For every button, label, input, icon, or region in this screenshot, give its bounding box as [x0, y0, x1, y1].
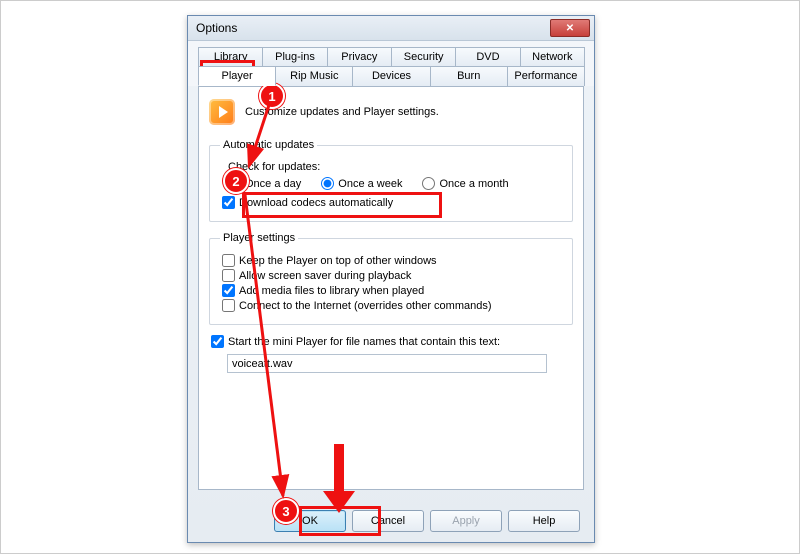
tabs-container: LibraryPlug-insPrivacySecurityDVDNetwork… [188, 41, 594, 86]
player-setting-label: Allow screen saver during playback [239, 270, 411, 282]
update-frequency-row: Once a day Once a week Once a month [228, 177, 562, 190]
mini-filter-input[interactable] [227, 354, 547, 373]
tab-player-pane: Customize updates and Player settings. A… [198, 86, 584, 490]
player-setting-checkbox[interactable] [222, 269, 235, 282]
tab-burn[interactable]: Burn [430, 66, 508, 86]
update-frequency-label: Once a week [338, 178, 402, 190]
tab-library[interactable]: Library [198, 47, 263, 66]
update-frequency-radio[interactable] [321, 177, 334, 190]
check-updates-label: Check for updates: [228, 161, 562, 173]
update-frequency-option[interactable]: Once a week [321, 177, 402, 190]
cancel-button[interactable]: Cancel [352, 510, 424, 532]
intro-text: Customize updates and Player settings. [245, 106, 439, 118]
tab-security[interactable]: Security [391, 47, 456, 66]
player-setting-label: Keep the Player on top of other windows [239, 255, 437, 267]
legend-automatic-updates: Automatic updates [220, 139, 317, 151]
player-setting-checkbox[interactable] [222, 299, 235, 312]
update-frequency-radio[interactable] [422, 177, 435, 190]
help-button[interactable]: Help [508, 510, 580, 532]
player-setting-checkbox[interactable] [222, 254, 235, 267]
close-icon: ✕ [566, 23, 574, 34]
tab-plug-ins[interactable]: Plug-ins [262, 47, 327, 66]
tab-network[interactable]: Network [520, 47, 585, 66]
start-mini-label: Start the mini Player for file names tha… [228, 336, 500, 348]
legend-player-settings: Player settings [220, 232, 298, 244]
start-mini-checkbox[interactable] [211, 335, 224, 348]
tab-dvd[interactable]: DVD [455, 47, 520, 66]
options-dialog: Options ✕ LibraryPlug-insPrivacySecurity… [187, 15, 595, 543]
tab-player[interactable]: Player [198, 66, 276, 86]
update-frequency-option[interactable]: Once a month [422, 177, 508, 190]
player-setting-row: Allow screen saver during playback [222, 269, 562, 282]
dialog-buttons: OK Cancel Apply Help [274, 510, 580, 532]
update-frequency-option[interactable]: Once a day [228, 177, 301, 190]
intro-row: Customize updates and Player settings. [209, 99, 573, 125]
player-setting-row: Keep the Player on top of other windows [222, 254, 562, 267]
download-codecs-row: Download codecs automatically [222, 196, 562, 209]
player-setting-label: Add media files to library when played [239, 285, 424, 297]
tab-rip-music[interactable]: Rip Music [275, 66, 353, 86]
player-setting-checkbox[interactable] [222, 284, 235, 297]
player-icon [209, 99, 235, 125]
window-title: Options [196, 21, 550, 35]
start-mini-row: Start the mini Player for file names tha… [211, 335, 573, 348]
group-player-settings: Player settings Keep the Player on top o… [209, 232, 573, 325]
close-button[interactable]: ✕ [550, 19, 590, 37]
download-codecs-label: Download codecs automatically [239, 197, 393, 209]
update-frequency-label: Once a month [439, 178, 508, 190]
player-setting-row: Add media files to library when played [222, 284, 562, 297]
download-codecs-checkbox[interactable] [222, 196, 235, 209]
title-bar: Options ✕ [188, 16, 594, 41]
tab-privacy[interactable]: Privacy [327, 47, 392, 66]
tab-performance[interactable]: Performance [507, 66, 585, 86]
update-frequency-label: Once a day [245, 178, 301, 190]
tab-devices[interactable]: Devices [352, 66, 430, 86]
player-setting-label: Connect to the Internet (overrides other… [239, 300, 492, 312]
player-setting-row: Connect to the Internet (overrides other… [222, 299, 562, 312]
update-frequency-radio[interactable] [228, 177, 241, 190]
group-automatic-updates: Automatic updates Check for updates: Onc… [209, 139, 573, 222]
apply-button[interactable]: Apply [430, 510, 502, 532]
ok-button[interactable]: OK [274, 510, 346, 532]
